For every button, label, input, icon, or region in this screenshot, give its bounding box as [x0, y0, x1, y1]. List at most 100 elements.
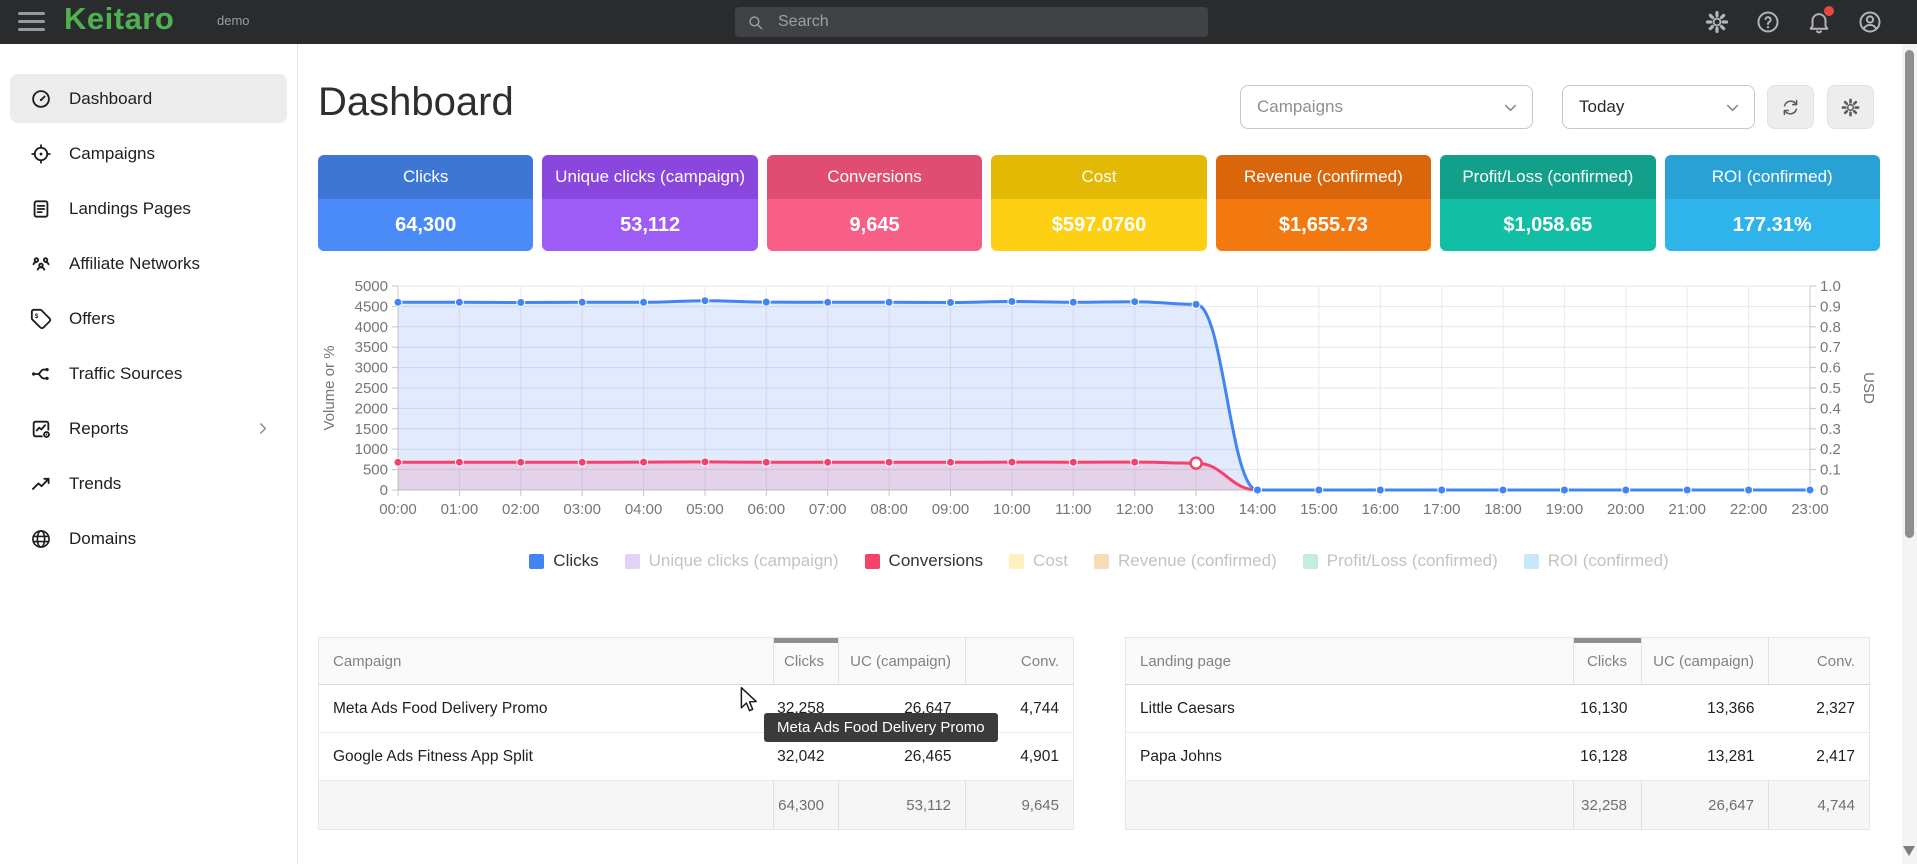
legend-item-clicks[interactable]: Clicks [529, 551, 598, 571]
page-title: Dashboard [318, 80, 514, 125]
stat-card-clicks: Clicks64,300 [318, 155, 533, 251]
sidebar-item-landings-pages[interactable]: Landings Pages [10, 184, 287, 233]
sidebar-item-traffic-sources[interactable]: Traffic Sources [10, 349, 287, 398]
column-header-conv[interactable]: Conv. [966, 638, 1074, 685]
chevron-right-icon [254, 420, 271, 437]
svg-text:10:00: 10:00 [993, 501, 1031, 518]
stat-card-value: $1,058.65 [1440, 199, 1655, 251]
scrollbar-thumb[interactable] [1905, 50, 1914, 538]
sidebar-item-offers[interactable]: $Offers [10, 294, 287, 343]
chart-legend: Clicks Unique clicks (campaign) Conversion… [318, 551, 1880, 571]
legend-label: Revenue (confirmed) [1118, 551, 1277, 571]
affiliate-networks-icon [30, 253, 52, 275]
sidebar-item-domains[interactable]: Domains [10, 514, 287, 563]
stat-card-profit-loss-confirmed: Profit/Loss (confirmed)$1,058.65 [1440, 155, 1655, 251]
notification-badge [1824, 6, 1834, 16]
legend-item-unique-clicks-campaign[interactable]: Unique clicks (campaign) [625, 551, 839, 571]
legend-swatch [865, 554, 880, 569]
landing-pages-table-container: Landing pageClicksUC (campaign)Conv.Litt… [1125, 637, 1870, 830]
dashboard-settings-button[interactable] [1827, 85, 1874, 129]
notifications-icon[interactable] [1806, 9, 1832, 35]
legend-label: ROI (confirmed) [1548, 551, 1669, 571]
svg-text:17:00: 17:00 [1423, 501, 1461, 518]
stat-card-label: Unique clicks (campaign) [542, 155, 757, 199]
legend-item-profit-loss-confirmed[interactable]: Profit/Loss (confirmed) [1303, 551, 1498, 571]
legend-swatch [1094, 554, 1109, 569]
svg-text:0.2: 0.2 [1820, 441, 1841, 458]
svg-text:1500: 1500 [355, 421, 388, 438]
svg-text:12:00: 12:00 [1116, 501, 1154, 518]
sidebar-item-label: Dashboard [69, 89, 152, 109]
svg-text:09:00: 09:00 [932, 501, 970, 518]
column-header-conv[interactable]: Conv. [1769, 638, 1870, 685]
stat-cards: Clicks64,300Unique clicks (campaign)53,1… [318, 155, 1880, 251]
svg-text:13:00: 13:00 [1177, 501, 1215, 518]
row-name: Papa Johns [1126, 733, 1574, 781]
date-range-select[interactable]: Today [1562, 85, 1755, 129]
svg-text:3000: 3000 [355, 360, 388, 377]
logo[interactable]: Keitaro [64, 1, 174, 37]
stat-card-conversions: Conversions9,645 [767, 155, 982, 251]
totals-value: 53,112 [839, 781, 966, 830]
svg-text:0.5: 0.5 [1820, 380, 1841, 397]
refresh-button[interactable] [1767, 85, 1814, 129]
svg-text:5000: 5000 [355, 278, 388, 295]
sidebar-item-campaigns[interactable]: Campaigns [10, 129, 287, 178]
column-header-clicks[interactable]: Clicks [774, 638, 839, 685]
account-icon[interactable] [1857, 9, 1883, 35]
scrollbar-track[interactable] [1902, 44, 1917, 864]
sidebar-item-trends[interactable]: Trends [10, 459, 287, 508]
svg-text:0.9: 0.9 [1820, 298, 1841, 315]
select-value: Today [1579, 97, 1624, 117]
search-input[interactable] [776, 12, 1196, 32]
legend-item-revenue-confirmed[interactable]: Revenue (confirmed) [1094, 551, 1277, 571]
column-header-campaign[interactable]: Campaign [319, 638, 774, 685]
totals-value: 26,647 [1642, 781, 1769, 830]
settings-icon[interactable] [1704, 9, 1730, 35]
sidebar-item-reports[interactable]: Reports [10, 404, 287, 453]
grouping-select[interactable]: Campaigns [1240, 85, 1533, 129]
stat-card-label: Profit/Loss (confirmed) [1440, 155, 1655, 199]
table-row[interactable]: Papa Johns16,12813,2812,417 [1126, 733, 1870, 781]
row-value: 2,417 [1769, 733, 1870, 781]
column-header-uc-campaign[interactable]: UC (campaign) [1642, 638, 1769, 685]
legend-label: Cost [1033, 551, 1068, 571]
help-icon[interactable] [1755, 9, 1781, 35]
column-header-uc-campaign[interactable]: UC (campaign) [839, 638, 966, 685]
legend-item-conversions[interactable]: Conversions [865, 551, 984, 571]
chevron-down-icon [1723, 98, 1742, 117]
svg-text:19:00: 19:00 [1546, 501, 1584, 518]
svg-text:20:00: 20:00 [1607, 501, 1645, 518]
svg-text:0.6: 0.6 [1820, 360, 1841, 377]
svg-text:05:00: 05:00 [686, 501, 724, 518]
search-bar[interactable] [735, 7, 1208, 37]
sidebar-item-label: Offers [69, 309, 115, 329]
dashboard-icon [30, 88, 52, 110]
scroll-down-arrow[interactable] [1903, 846, 1915, 856]
traffic-sources-icon [30, 363, 52, 385]
svg-text:18:00: 18:00 [1484, 501, 1522, 518]
svg-text:06:00: 06:00 [748, 501, 786, 518]
sidebar-item-dashboard[interactable]: Dashboard [10, 74, 287, 123]
svg-text:0.7: 0.7 [1820, 339, 1841, 356]
sidebar-item-affiliate-networks[interactable]: Affiliate Networks [10, 239, 287, 288]
svg-text:14:00: 14:00 [1239, 501, 1277, 518]
menu-toggle-button[interactable] [18, 12, 45, 31]
svg-text:0.1: 0.1 [1820, 462, 1841, 479]
column-header-landing-page[interactable]: Landing page [1126, 638, 1574, 685]
svg-text:500: 500 [363, 462, 388, 479]
row-name: Meta Ads Food Delivery Promo [319, 685, 774, 733]
column-header-clicks[interactable]: Clicks [1574, 638, 1642, 685]
campaigns-icon [30, 143, 52, 165]
table-row[interactable]: Little Caesars16,13013,3662,327 [1126, 685, 1870, 733]
legend-item-roi-confirmed[interactable]: ROI (confirmed) [1524, 551, 1669, 571]
topbar: Keitaro demo [0, 0, 1917, 44]
legend-label: Unique clicks (campaign) [649, 551, 839, 571]
svg-text:0: 0 [380, 482, 388, 499]
svg-text:22:00: 22:00 [1730, 501, 1768, 518]
legend-item-cost[interactable]: Cost [1009, 551, 1068, 571]
stat-card-value: $597.0760 [991, 199, 1206, 251]
gear-icon [1840, 97, 1861, 118]
totals-value: 9,645 [966, 781, 1074, 830]
stat-card-value: 9,645 [767, 199, 982, 251]
